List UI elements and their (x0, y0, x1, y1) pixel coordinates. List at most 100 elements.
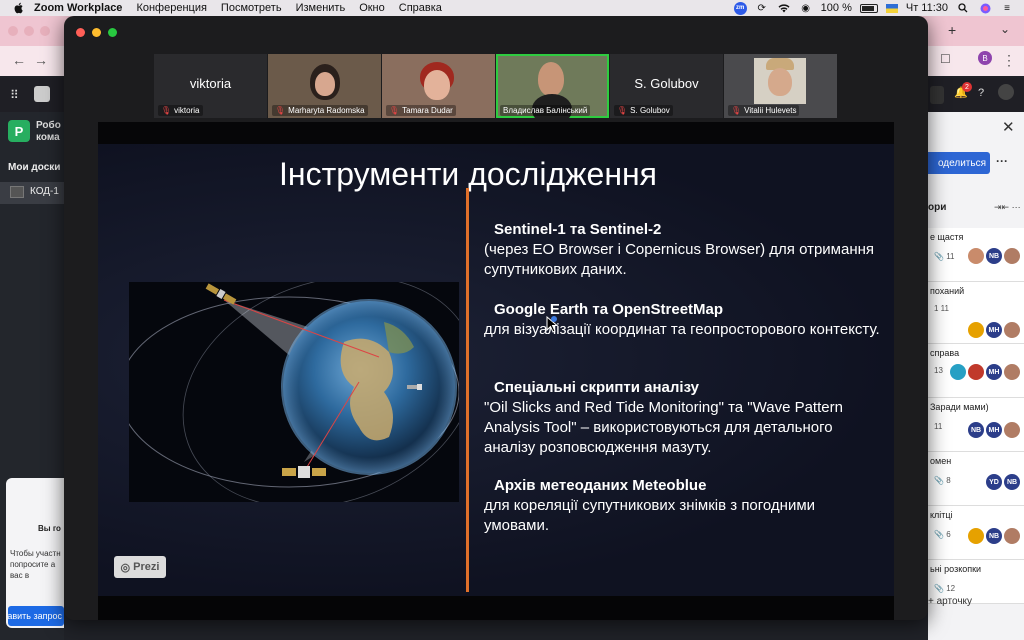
participant-name: Владислав Балінський (503, 106, 588, 115)
card-title: справа (930, 348, 960, 358)
menu-clock[interactable]: Чт 11:30 (906, 2, 948, 14)
bullet-heading: Sentinel-1 та Sentinel-2 (494, 221, 662, 238)
member-avatar[interactable]: MH (986, 322, 1002, 338)
card-title: Заради мами) (930, 402, 989, 412)
member-avatar[interactable] (968, 322, 984, 338)
member-avatar[interactable] (1004, 422, 1020, 438)
member-avatar[interactable] (968, 528, 984, 544)
member-avatar[interactable] (968, 364, 984, 380)
menu-app-name[interactable]: Zoom Workplace (34, 2, 122, 14)
member-avatar[interactable] (968, 248, 984, 264)
participant-label: Владислав Балінський (500, 105, 591, 116)
app-grid-icon[interactable]: ⠿ (10, 88, 19, 102)
list-card[interactable]: Заради мами) 11 NB MH (928, 398, 1024, 452)
member-avatar[interactable] (1004, 528, 1020, 544)
member-avatar[interactable]: NB (1004, 474, 1020, 490)
mic-muted-icon: 🎙 (617, 106, 628, 115)
audio-icon[interactable]: ◉ (799, 2, 813, 14)
window-min-dot[interactable] (24, 26, 34, 36)
participant-tile[interactable]: viktoria 🎙 viktoria (154, 54, 267, 118)
menu-item-help[interactable]: Справка (399, 2, 442, 14)
bullet-heading: Спеціальні скрипти аналізу (494, 379, 700, 396)
member-avatar[interactable] (1004, 322, 1020, 338)
user-avatar[interactable] (998, 84, 1014, 100)
participant-label: 🎙 Tamara Dudar (386, 105, 456, 116)
participant-tile[interactable]: 🎙 Tamara Dudar (382, 54, 495, 118)
card-title: клітці (930, 510, 953, 520)
participants-strip: viktoria 🎙 viktoria 🎙 Marharyta Radomska 🎙… (154, 54, 838, 118)
participant-name: S. Golubov (630, 106, 670, 115)
member-avatar[interactable] (1004, 364, 1020, 380)
window-max-dot[interactable] (40, 26, 50, 36)
board-name[interactable]: КОД-1 (30, 186, 64, 197)
zoom-close-button[interactable] (76, 28, 85, 37)
my-boards-heading: Мои доски (8, 162, 61, 173)
participant-tile[interactable]: S. Golubov 🎙 S. Golubov (610, 54, 723, 118)
battery-icon[interactable] (859, 3, 878, 13)
workspace-name[interactable]: Робо кома (36, 120, 64, 144)
window-close-dot[interactable] (8, 26, 18, 36)
collapse-list-icon[interactable]: ⇥⇤ ⋯ (994, 202, 1021, 213)
control-center-icon[interactable]: ≡ (1000, 2, 1014, 14)
mic-muted-icon: 🎙 (731, 106, 742, 115)
zoom-meeting-window: viktoria 🎙 viktoria 🎙 Marharyta Radomska 🎙… (64, 16, 928, 620)
siri-icon[interactable] (978, 2, 992, 14)
sync-icon[interactable]: ⟳ (755, 2, 769, 14)
member-avatar[interactable]: MH (986, 422, 1002, 438)
participant-tile[interactable]: 🎙 Marharyta Radomska (268, 54, 381, 118)
participant-face (424, 70, 450, 100)
bullet-text: для кореляції супутникових знімків з пог… (484, 497, 816, 534)
member-avatar[interactable] (1004, 248, 1020, 264)
menu-item-conference[interactable]: Конференция (136, 2, 206, 14)
card-attachments-count: 📎 11 (934, 252, 955, 261)
member-avatar[interactable]: NB (986, 248, 1002, 264)
card-title: е щастя (930, 232, 964, 242)
new-tab-icon[interactable]: + (948, 22, 956, 38)
member-avatar[interactable]: YD (986, 474, 1002, 490)
slide-bullet: Архів метеоданих Meteoblue для кореляції… (484, 476, 884, 536)
list-card[interactable]: справа 13 MH (928, 344, 1024, 398)
member-avatar[interactable]: NB (968, 422, 984, 438)
trello-logo-icon[interactable] (34, 86, 50, 102)
participant-tile-active-speaker[interactable]: Владислав Балінський (496, 54, 609, 118)
card-attachments-value: 11 (934, 422, 943, 431)
list-card[interactable]: поханий 1 11 MH (928, 282, 1024, 344)
zoom-maximize-button[interactable] (108, 28, 117, 37)
input-source-flag-icon[interactable] (885, 3, 898, 13)
zoom-status-icon[interactable]: zm (733, 1, 747, 15)
tab-list-chevron-icon[interactable]: ⌄ (1000, 22, 1010, 36)
list-card[interactable]: клітці 📎 6 NB (928, 506, 1024, 560)
notification-count-badge: 2 (962, 82, 972, 92)
participant-tile[interactable]: 🎙 Vitalii Hulevets (724, 54, 837, 118)
list-card[interactable]: омен 📎 8 YD NB (928, 452, 1024, 506)
shared-screen: Інструменти дослідження ◎ Prezi Sentinel… (98, 122, 894, 620)
search-box[interactable] (930, 86, 944, 104)
member-avatar[interactable] (950, 364, 966, 380)
forward-arrow-icon[interactable]: → (34, 52, 48, 68)
card-attachments-value: 6 (946, 530, 951, 539)
extensions-icon[interactable]: ☐ (940, 52, 951, 66)
more-options-icon[interactable]: ··· (996, 154, 1008, 168)
wifi-icon[interactable] (777, 2, 791, 14)
help-icon[interactable]: ? (978, 87, 984, 99)
list-card[interactable]: е щастя 📎 11 NB (928, 228, 1024, 282)
menu-item-edit[interactable]: Изменить (296, 2, 346, 14)
back-arrow-icon[interactable]: ← (12, 52, 26, 68)
spotlight-search-icon[interactable] (956, 2, 970, 14)
apple-menu-icon[interactable] (12, 1, 26, 15)
browser-menu-icon[interactable]: ⋮ (1002, 52, 1016, 69)
prezi-badge[interactable]: ◎ Prezi (114, 556, 166, 578)
send-request-button[interactable]: Отправить запрос (8, 606, 64, 626)
menu-item-view[interactable]: Посмотреть (221, 2, 282, 14)
slide-top-band (98, 122, 894, 144)
share-button[interactable]: оделиться (928, 152, 990, 174)
member-avatar[interactable]: NB (986, 528, 1002, 544)
close-icon[interactable]: ✕ (1002, 118, 1015, 136)
add-card-button[interactable]: + арточку (928, 596, 972, 607)
zoom-minimize-button[interactable] (92, 28, 101, 37)
member-avatar[interactable]: MH (986, 364, 1002, 380)
browser-profile-avatar[interactable]: B (978, 51, 992, 65)
participant-label: 🎙 viktoria (158, 105, 203, 116)
workspace-logo[interactable]: P (8, 120, 30, 142)
menu-item-window[interactable]: Окно (359, 2, 385, 14)
